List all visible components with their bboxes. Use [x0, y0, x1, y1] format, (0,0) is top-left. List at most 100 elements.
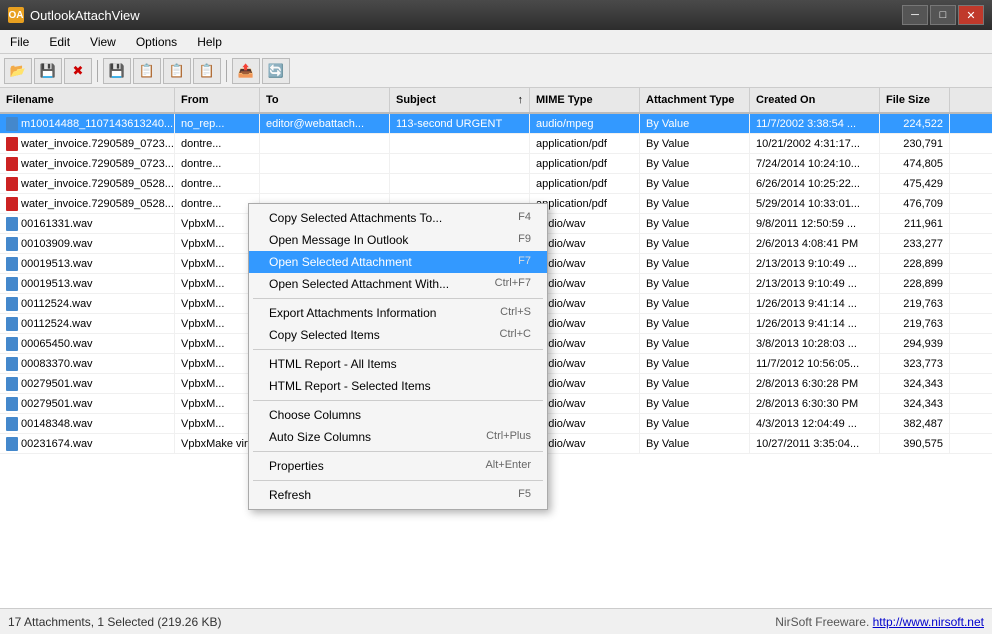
titlebar-controls: ─ □ ✕ — [902, 5, 984, 25]
toolbar-save2-btn[interactable]: 💾 — [103, 58, 131, 84]
toolbar-delete-btn[interactable]: ✖ — [64, 58, 92, 84]
context-menu-item-2[interactable]: Open Selected Attachment F7 — [249, 251, 547, 273]
context-menu-item-6[interactable]: HTML Report - All Items — [249, 353, 547, 375]
minimize-button[interactable]: ─ — [902, 5, 928, 25]
menu-view[interactable]: View — [80, 32, 126, 52]
menu-file[interactable]: File — [0, 32, 39, 52]
cell-filesize: 323,773 — [880, 354, 950, 373]
context-menu-item-8[interactable]: Choose Columns — [249, 404, 547, 426]
context-menu-item-10[interactable]: Properties Alt+Enter — [249, 455, 547, 477]
toolbar-refresh-btn[interactable]: 🔄 — [262, 58, 290, 84]
app-title: OutlookAttachView — [30, 8, 140, 23]
col-header-filename[interactable]: Filename — [0, 88, 175, 112]
table-row[interactable]: water_invoice.7290589_0723... dontre... … — [0, 134, 992, 154]
file-icon — [6, 117, 18, 131]
col-header-createdon[interactable]: Created On — [750, 88, 880, 112]
toolbar-sep2 — [226, 60, 227, 82]
toolbar: 📂 💾 ✖ 💾 📋 📋 📋 📤 🔄 — [0, 54, 992, 88]
file-icon — [6, 217, 18, 231]
cell-filename: water_invoice.7290589_0723... — [0, 154, 175, 173]
cell-subject — [390, 134, 530, 153]
cell-createdon: 10/21/2002 4:31:17... — [750, 134, 880, 153]
ctx-item-shortcut: Ctrl+Plus — [486, 430, 531, 444]
context-menu-item-9[interactable]: Auto Size Columns Ctrl+Plus — [249, 426, 547, 448]
col-subject-label: Subject — [396, 94, 436, 106]
cell-from: dontre... — [175, 174, 260, 193]
col-header-from[interactable]: From — [175, 88, 260, 112]
app-icon: OA — [8, 7, 24, 23]
cell-createdon: 11/7/2012 10:56:05... — [750, 354, 880, 373]
statusbar: 17 Attachments, 1 Selected (219.26 KB) N… — [0, 608, 992, 634]
menubar: File Edit View Options Help — [0, 30, 992, 54]
close-button[interactable]: ✕ — [958, 5, 984, 25]
cell-createdon: 2/13/2013 9:10:49 ... — [750, 274, 880, 293]
ctx-item-label: Copy Selected Items — [269, 328, 380, 342]
col-header-to[interactable]: To — [260, 88, 390, 112]
nirsoft-link[interactable]: http://www.nirsoft.net — [873, 615, 984, 629]
cell-filesize: 474,805 — [880, 154, 950, 173]
table-row[interactable]: water_invoice.7290589_0528... dontre... … — [0, 174, 992, 194]
statusbar-info: 17 Attachments, 1 Selected (219.26 KB) — [8, 615, 221, 629]
context-menu-item-1[interactable]: Open Message In Outlook F9 — [249, 229, 547, 251]
cell-filename: 00019513.wav — [0, 274, 175, 293]
cell-atttype: By Value — [640, 294, 750, 313]
context-menu-item-11[interactable]: Refresh F5 — [249, 484, 547, 506]
ctx-item-label: HTML Report - Selected Items — [269, 379, 431, 393]
table-row[interactable]: water_invoice.7290589_0723... dontre... … — [0, 154, 992, 174]
cell-atttype: By Value — [640, 114, 750, 133]
cell-filename: 00112524.wav — [0, 314, 175, 333]
file-icon — [6, 137, 18, 151]
ctx-item-shortcut: F9 — [518, 233, 531, 247]
cell-filename: water_invoice.7290589_0528... — [0, 174, 175, 193]
table-header: Filename From To Subject ↑ MIME Type Att… — [0, 88, 992, 114]
ctx-separator — [253, 480, 543, 481]
col-header-subject[interactable]: Subject ↑ — [390, 88, 530, 112]
file-icon — [6, 397, 18, 411]
toolbar-save-btn[interactable]: 💾 — [34, 58, 62, 84]
col-header-atttype[interactable]: Attachment Type — [640, 88, 750, 112]
cell-subject: 113-second URGENT — [390, 114, 530, 133]
table-row[interactable]: m10014488_1107143613240... no_rep... edi… — [0, 114, 992, 134]
toolbar-copy-btn[interactable]: 📋 — [133, 58, 161, 84]
cell-from: no_rep... — [175, 114, 260, 133]
cell-filesize: 230,791 — [880, 134, 950, 153]
cell-filesize: 390,575 — [880, 434, 950, 453]
toolbar-sep1 — [97, 60, 98, 82]
col-header-mime[interactable]: MIME Type — [530, 88, 640, 112]
cell-createdon: 2/13/2013 9:10:49 ... — [750, 254, 880, 273]
cell-filesize: 228,899 — [880, 254, 950, 273]
toolbar-export-btn[interactable]: 📤 — [232, 58, 260, 84]
toolbar-copy2-btn[interactable]: 📋 — [163, 58, 191, 84]
cell-mime: application/pdf — [530, 154, 640, 173]
statusbar-nirsoft: NirSoft Freeware. http://www.nirsoft.net — [775, 615, 984, 629]
cell-atttype: By Value — [640, 254, 750, 273]
menu-options[interactable]: Options — [126, 32, 187, 52]
cell-filename: 00231674.wav — [0, 434, 175, 453]
context-menu-item-4[interactable]: Export Attachments Information Ctrl+S — [249, 302, 547, 324]
cell-filename: 00019513.wav — [0, 254, 175, 273]
toolbar-open-btn[interactable]: 📂 — [4, 58, 32, 84]
cell-filename: 00279501.wav — [0, 394, 175, 413]
cell-filesize: 294,939 — [880, 334, 950, 353]
cell-createdon: 1/26/2013 9:41:14 ... — [750, 314, 880, 333]
col-header-filesize[interactable]: File Size — [880, 88, 950, 112]
menu-help[interactable]: Help — [187, 32, 232, 52]
cell-filename: water_invoice.7290589_0723... — [0, 134, 175, 153]
cell-filename: 00279501.wav — [0, 374, 175, 393]
maximize-button[interactable]: □ — [930, 5, 956, 25]
cell-filesize: 382,487 — [880, 414, 950, 433]
ctx-item-shortcut: F7 — [518, 255, 531, 269]
context-menu-item-3[interactable]: Open Selected Attachment With... Ctrl+F7 — [249, 273, 547, 295]
menu-edit[interactable]: Edit — [39, 32, 80, 52]
context-menu-item-5[interactable]: Copy Selected Items Ctrl+C — [249, 324, 547, 346]
cell-filesize: 224,522 — [880, 114, 950, 133]
cell-createdon: 11/7/2002 3:38:54 ... — [750, 114, 880, 133]
cell-filesize: 324,343 — [880, 394, 950, 413]
toolbar-copy3-btn[interactable]: 📋 — [193, 58, 221, 84]
context-menu-item-7[interactable]: HTML Report - Selected Items — [249, 375, 547, 397]
context-menu-item-0[interactable]: Copy Selected Attachments To... F4 — [249, 207, 547, 229]
cell-createdon: 7/24/2014 10:24:10... — [750, 154, 880, 173]
cell-filesize: 219,763 — [880, 294, 950, 313]
cell-filesize: 228,899 — [880, 274, 950, 293]
cell-atttype: By Value — [640, 134, 750, 153]
